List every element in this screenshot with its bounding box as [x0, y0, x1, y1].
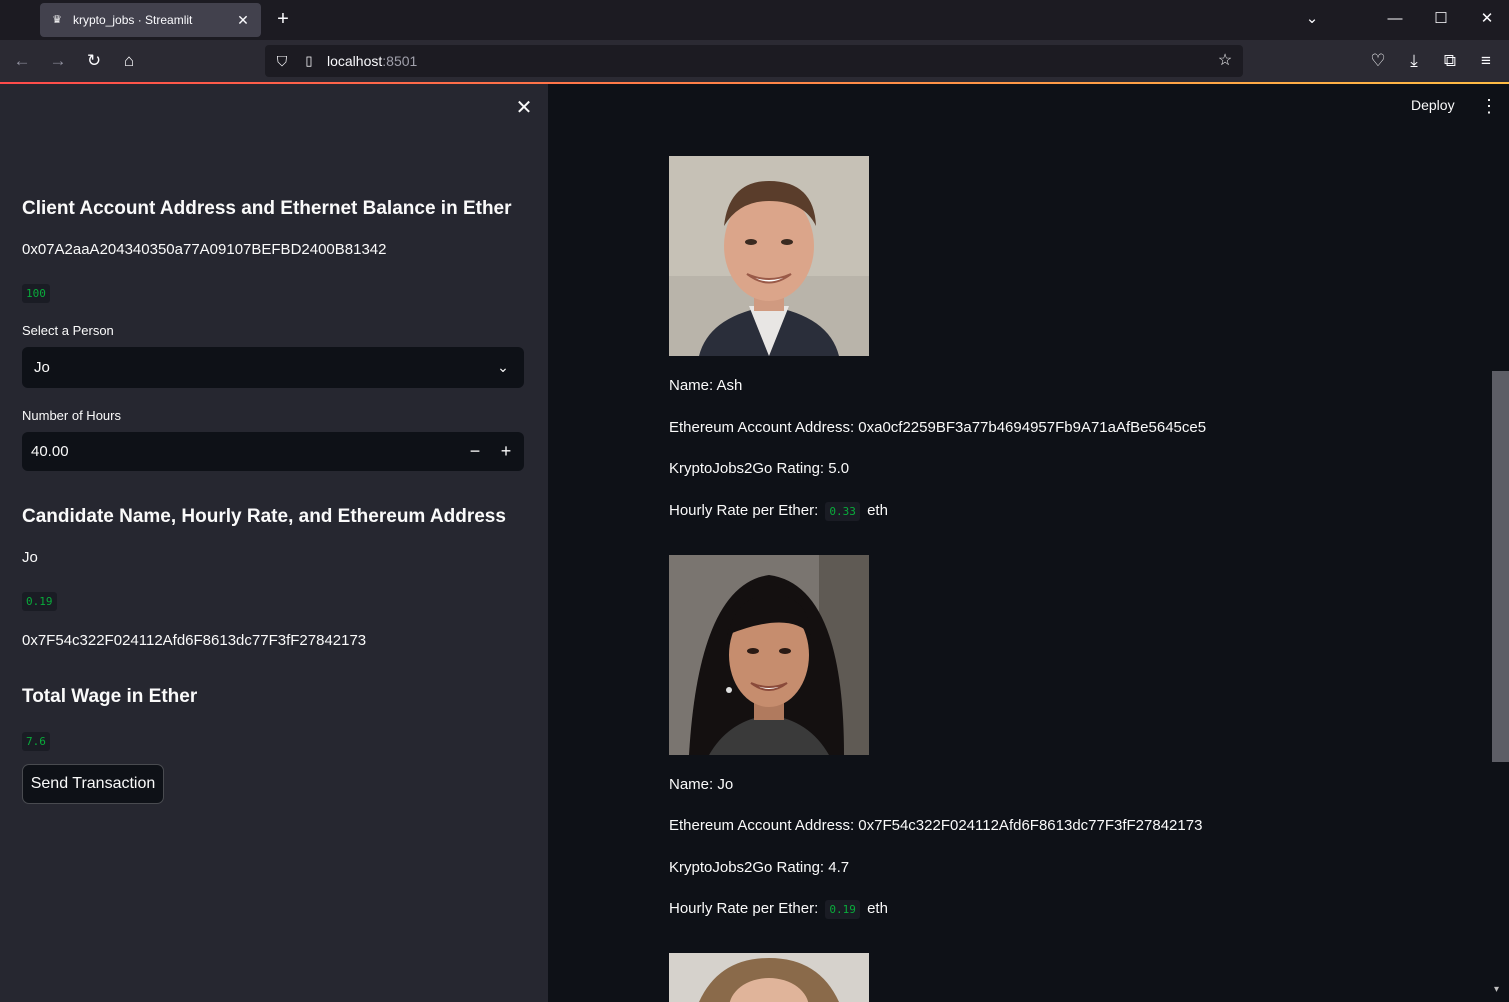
candidate-rate-line: Hourly Rate per Ether: 0.19 eth	[669, 900, 888, 919]
person-select[interactable]: Jo ⌄	[22, 347, 524, 388]
candidate-photo	[669, 953, 869, 1002]
tab-title: krypto_jobs · Streamlit	[73, 13, 193, 27]
close-tab-icon[interactable]: ✕	[235, 12, 251, 29]
scrollbar[interactable]	[1492, 371, 1509, 762]
client-heading: Client Account Address and Ethernet Bala…	[22, 198, 512, 219]
close-sidebar-icon[interactable]: ✕	[512, 96, 536, 120]
main-menu-icon[interactable]: ⋮	[1480, 95, 1498, 117]
candidate-photo	[669, 555, 869, 755]
browser-tab[interactable]: ♛ krypto_jobs · Streamlit ✕	[40, 3, 261, 37]
home-icon[interactable]: ⌂	[118, 50, 140, 72]
client-balance: 100	[22, 284, 50, 303]
browser-tabbar: ♛ krypto_jobs · Streamlit ✕ + ⌄ — ☐ ✕	[0, 0, 1509, 40]
candidate-name: Jo	[22, 549, 38, 566]
reload-icon[interactable]: ↻	[83, 50, 105, 72]
list-tabs-icon[interactable]: ⌄	[1300, 8, 1324, 30]
candidate-address-line: Ethereum Account Address: 0xa0cf2259BF3a…	[669, 419, 1207, 436]
candidate-heading: Candidate Name, Hourly Rate, and Ethereu…	[22, 506, 506, 527]
pocket-icon[interactable]: ♡	[1367, 50, 1389, 72]
bookmark-star-icon[interactable]: ☆	[1215, 51, 1235, 71]
maximize-icon[interactable]: ☐	[1429, 8, 1453, 30]
deploy-button[interactable]: Deploy	[1411, 97, 1455, 113]
candidate-rate: 0.19	[22, 592, 57, 611]
close-window-icon[interactable]: ✕	[1475, 8, 1499, 30]
rate-prefix: Hourly Rate per Ether:	[669, 900, 819, 917]
downloads-icon[interactable]: ⤓	[1403, 50, 1425, 72]
client-address: 0x07A2aaA204340350a77A09107BEFBD2400B813…	[22, 241, 387, 258]
back-icon[interactable]: ←	[11, 50, 33, 72]
extensions-icon[interactable]: ⧉	[1439, 50, 1461, 72]
candidate-rate: 0.19	[825, 900, 860, 919]
person-select-value: Jo	[34, 359, 50, 376]
page-icon[interactable]: ▯	[301, 51, 317, 71]
candidate-name-line: Name: Jo	[669, 776, 734, 793]
browser-navbar: ← → ↻ ⌂ ⛉ ▯ localhost:8501 ☆ ♡ ⤓ ⧉ ≡	[0, 40, 1509, 82]
streamlit-icon: ♛	[52, 14, 62, 26]
wage-heading: Total Wage in Ether	[22, 686, 198, 707]
url-host: localhost	[327, 53, 383, 69]
candidate-address-line: Ethereum Account Address: 0x7F54c322F024…	[669, 817, 1203, 834]
hours-value[interactable]: 40.00	[31, 443, 69, 460]
candidate-rating-line: KryptoJobs2Go Rating: 5.0	[669, 460, 850, 477]
increment-icon[interactable]: +	[491, 436, 521, 467]
candidate-address: 0x7F54c322F024112Afd6F8613dc77F3fF278421…	[22, 632, 367, 649]
app-menu-icon[interactable]: ≡	[1475, 50, 1497, 72]
hours-input[interactable]: 40.00 − +	[22, 432, 524, 471]
sidebar: ✕ Client Account Address and Ethernet Ba…	[0, 84, 548, 1002]
minimize-icon[interactable]: —	[1383, 8, 1407, 30]
rate-suffix: eth	[867, 900, 888, 917]
rate-prefix: Hourly Rate per Ether:	[669, 502, 819, 519]
candidate-rate-line: Hourly Rate per Ether: 0.33 eth	[669, 502, 888, 521]
send-transaction-button[interactable]: Send Transaction	[22, 764, 164, 804]
decrement-icon[interactable]: −	[460, 436, 490, 467]
address-bar[interactable]: ⛉ ▯ localhost:8501 ☆	[265, 45, 1243, 77]
url-port: :8501	[382, 53, 418, 69]
scroll-down-icon[interactable]: ▾	[1494, 984, 1499, 995]
forward-icon[interactable]: →	[47, 50, 69, 72]
url-text: localhost:8501	[327, 53, 417, 69]
wage-value: 7.6	[22, 732, 50, 751]
select-person-label: Select a Person	[22, 323, 114, 338]
candidate-rate: 0.33	[825, 502, 860, 521]
candidate-rating-line: KryptoJobs2Go Rating: 4.7	[669, 859, 850, 876]
candidate-photo	[669, 156, 869, 356]
shield-icon[interactable]: ⛉	[273, 51, 291, 71]
candidate-name-line: Name: Ash	[669, 377, 743, 394]
main-content: Deploy ⋮ Name: Ash Ethereum Account Addr…	[548, 84, 1509, 1002]
hours-label: Number of Hours	[22, 408, 121, 423]
chevron-down-icon: ⌄	[497, 359, 509, 375]
rate-suffix: eth	[867, 502, 888, 519]
new-tab-icon[interactable]: +	[272, 8, 294, 30]
